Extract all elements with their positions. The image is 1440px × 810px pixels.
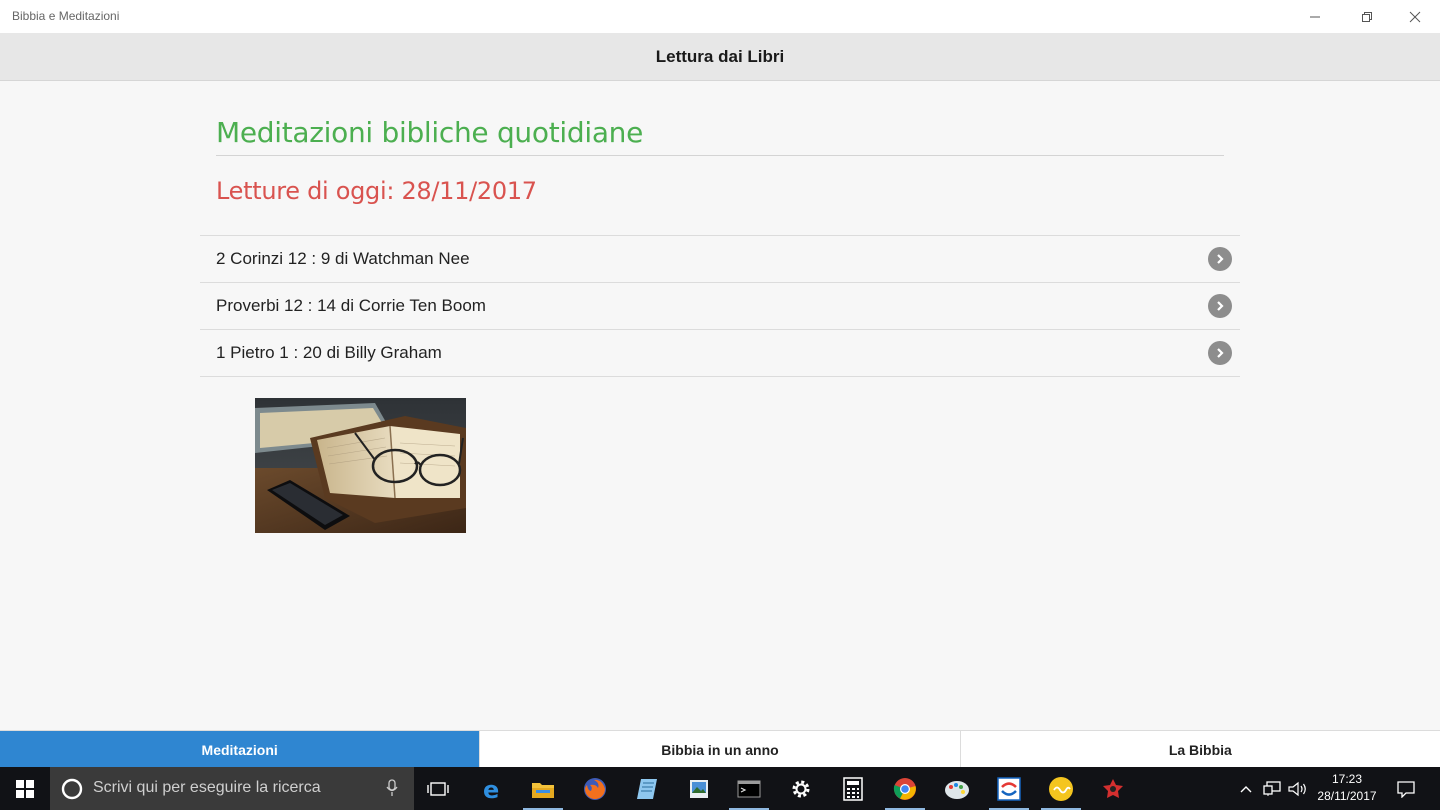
close-button[interactable]	[1392, 0, 1438, 33]
restore-button[interactable]	[1344, 0, 1390, 33]
date-title: Letture di oggi: 28/11/2017	[216, 177, 537, 205]
section-title: Meditazioni bibliche quotidiane	[216, 116, 644, 149]
task-view-button[interactable]	[412, 767, 464, 810]
game-icon	[1103, 778, 1123, 798]
minimize-icon	[1310, 16, 1320, 17]
svg-text:e: e	[483, 777, 499, 801]
windows-taskbar: Scrivi qui per eseguire la ricerca e 17:…	[0, 767, 1440, 810]
tab-bibbia-in-un-anno[interactable]: Bibbia in un anno	[479, 731, 959, 768]
app-button[interactable]	[983, 767, 1035, 810]
firefox-icon	[584, 777, 606, 800]
minimize-button[interactable]	[1292, 0, 1338, 33]
volume-icon	[1288, 781, 1306, 796]
weather-button[interactable]	[1035, 767, 1087, 810]
file-explorer-button[interactable]	[517, 767, 569, 810]
page-title: Lettura dai Libri	[655, 46, 785, 66]
volume-button[interactable]	[1286, 767, 1310, 810]
book-glasses-photo	[255, 398, 466, 533]
notepad-icon	[637, 778, 657, 799]
chrome-button[interactable]	[879, 767, 931, 810]
file-explorer-icon	[532, 782, 554, 798]
reading-item[interactable]: 2 Corinzi 12 : 9 di Watchman Nee	[200, 236, 1240, 283]
reading-label: 2 Corinzi 12 : 9 di Watchman Nee	[216, 249, 470, 268]
app-header: Lettura dai Libri	[0, 33, 1440, 81]
settings-icon	[792, 780, 810, 797]
window-titlebar: Bibbia e Meditazioni	[0, 0, 1440, 33]
terminal-icon	[737, 780, 761, 797]
reading-item[interactable]: 1 Pietro 1 : 20 di Billy Graham	[200, 330, 1240, 377]
chevron-right-circle-icon	[1208, 247, 1232, 271]
main-content: Meditazioni bibliche quotidiane Letture …	[0, 81, 1440, 729]
calculator-button[interactable]	[827, 767, 879, 810]
windows-logo-icon	[16, 779, 34, 798]
firefox-button[interactable]	[569, 767, 621, 810]
taskbar-clock[interactable]: 17:23 28/11/2017	[1312, 771, 1382, 805]
calculator-icon	[843, 776, 863, 801]
notification-icon	[1397, 780, 1415, 798]
edge-icon: e	[483, 777, 499, 801]
cortana-icon	[61, 778, 83, 800]
terminal-button[interactable]	[723, 767, 775, 810]
action-center-button[interactable]	[1390, 767, 1422, 810]
weather-icon	[1049, 776, 1073, 801]
search-box[interactable]: Scrivi qui per eseguire la ricerca	[50, 767, 414, 810]
title-divider	[216, 155, 1224, 156]
settings-button[interactable]	[775, 767, 827, 810]
chevron-up-icon	[1240, 785, 1252, 792]
tab-meditazioni[interactable]: Meditazioni	[0, 731, 480, 768]
restore-icon	[1362, 11, 1372, 22]
reading-label: 1 Pietro 1 : 20 di Billy Graham	[216, 343, 442, 362]
reading-item[interactable]: Proverbi 12 : 14 di Corrie Ten Boom	[200, 283, 1240, 330]
bottom-tab-bar: Meditazioni Bibbia in un anno La Bibbia	[0, 730, 1440, 768]
reading-label: Proverbi 12 : 14 di Corrie Ten Boom	[216, 296, 486, 315]
paint-icon	[945, 780, 969, 799]
readings-list: 2 Corinzi 12 : 9 di Watchman Nee Proverb…	[200, 235, 1240, 377]
network-icon	[1263, 780, 1281, 796]
paint-button[interactable]	[931, 767, 983, 810]
clock-time: 17:23	[1331, 772, 1363, 786]
chrome-icon	[893, 777, 916, 800]
show-hidden-icons-button[interactable]	[1236, 767, 1256, 810]
clock-date: 28/11/2017	[1317, 789, 1377, 803]
app-title: Bibbia e Meditazioni	[12, 9, 120, 23]
tab-la-bibbia[interactable]: La Bibbia	[959, 731, 1440, 768]
chevron-right-circle-icon	[1208, 294, 1232, 318]
photo-icon	[690, 779, 708, 798]
chevron-right-circle-icon	[1208, 341, 1232, 365]
task-view-icon	[427, 781, 449, 796]
game-button[interactable]	[1087, 767, 1139, 810]
microphone-icon	[386, 779, 398, 796]
start-button[interactable]	[0, 767, 50, 810]
notepad-button[interactable]	[621, 767, 673, 810]
search-placeholder: Scrivi qui per eseguire la ricerca	[93, 779, 321, 796]
close-icon	[1409, 11, 1421, 22]
app-icon	[997, 776, 1021, 801]
network-button[interactable]	[1260, 767, 1284, 810]
edge-button[interactable]: e	[467, 767, 519, 810]
photo-viewer-button[interactable]	[673, 767, 725, 810]
